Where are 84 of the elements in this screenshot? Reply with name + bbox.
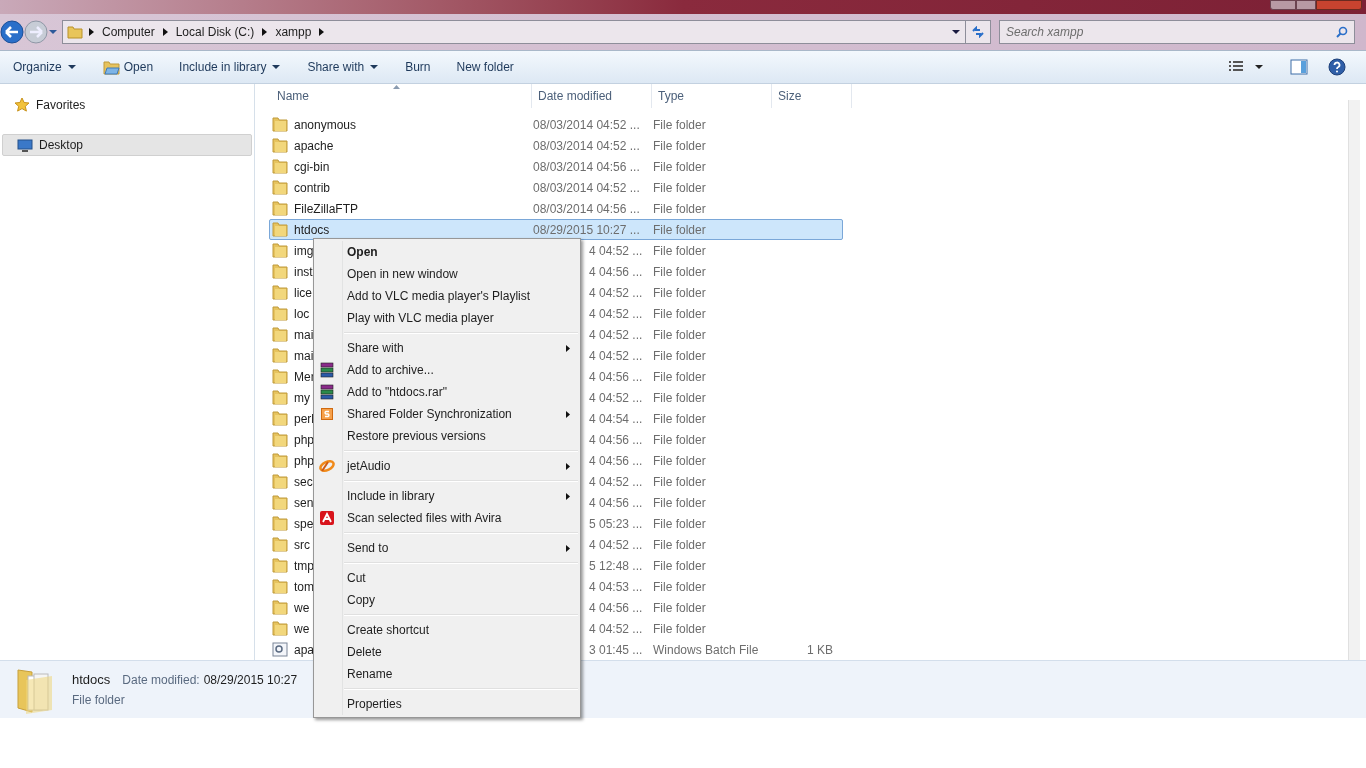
date-cell-text: 4 04:54 ... <box>588 410 644 428</box>
file-name: we <box>294 620 310 638</box>
type-cell-text: File folder <box>653 263 707 281</box>
date-cell-text: 5 12:48 ... <box>588 557 644 575</box>
file-name: apache <box>294 137 334 155</box>
file-name: inst <box>294 263 313 281</box>
type-cell-text: File folder <box>653 116 707 134</box>
file-name: perl <box>294 410 314 428</box>
size-cell-text: 1 KB <box>806 641 833 659</box>
file-name: cgi-bin <box>294 158 330 176</box>
file-name: php <box>294 452 315 470</box>
date-cell-text: 3 01:45 ... <box>588 641 644 659</box>
file-name: mai <box>294 326 314 344</box>
file-name: contrib <box>294 179 331 197</box>
file-name: Mer <box>294 368 315 386</box>
date-cell-text: 08/03/2014 04:56 ... <box>533 158 641 176</box>
date-cell-text: 4 04:52 ... <box>588 305 644 323</box>
date-cell-text: 4 04:52 ... <box>588 620 644 638</box>
type-cell-text: File folder <box>653 179 707 197</box>
file-name: tom <box>294 578 314 596</box>
type-cell-text: File folder <box>653 326 707 344</box>
type-cell-text: File folder <box>653 200 707 218</box>
file-name: mai <box>294 347 314 365</box>
type-cell-text: File folder <box>653 536 707 554</box>
type-cell-text: File folder <box>653 221 707 239</box>
date-modified-label: Date modified: <box>122 671 200 689</box>
file-name: we <box>294 599 310 617</box>
type-cell-text: File folder <box>653 158 707 176</box>
date-cell-text: 08/03/2014 04:56 ... <box>533 200 641 218</box>
file-name: lice <box>294 284 312 302</box>
date-cell-text: 4 04:52 ... <box>588 536 644 554</box>
type-cell-text: Windows Batch File <box>653 641 760 659</box>
date-cell-text: 08/03/2014 04:52 ... <box>533 137 641 155</box>
type-cell-text: File folder <box>653 578 707 596</box>
type-cell-text: File folder <box>653 284 707 302</box>
type-cell-text: File folder <box>653 620 707 638</box>
type-cell-text: File folder <box>653 389 707 407</box>
file-name: sec <box>294 473 313 491</box>
type-cell-text: File folder <box>653 242 707 260</box>
date-cell-text: 08/29/2015 10:27 ... <box>533 221 641 239</box>
date-cell-text: 08/03/2014 04:52 ... <box>533 116 641 134</box>
type-cell-text: File folder <box>653 347 707 365</box>
type-cell-text: File folder <box>653 515 707 533</box>
type-cell-text: File folder <box>653 305 707 323</box>
file-name: sen <box>294 494 314 512</box>
date-cell-text: 4 04:52 ... <box>588 242 644 260</box>
date-cell-text: 4 04:52 ... <box>588 326 644 344</box>
file-name: img <box>294 242 314 260</box>
file-name: htdocs <box>294 221 330 239</box>
date-cell-text: 4 04:52 ... <box>588 347 644 365</box>
date-cell-text: 5 05:23 ... <box>588 515 644 533</box>
date-cell-text: 4 04:56 ... <box>588 452 644 470</box>
type-cell-text: File folder <box>653 431 707 449</box>
file-name: php <box>294 431 315 449</box>
file-name: FileZillaFTP <box>294 200 358 218</box>
date-cell-text: 4 04:52 ... <box>588 284 644 302</box>
file-name: apa <box>294 641 315 659</box>
type-cell-text: File folder <box>653 473 707 491</box>
type-cell-text: File folder <box>653 410 707 428</box>
file-name: loc <box>294 305 310 323</box>
file-name: tmp <box>294 557 314 575</box>
date-cell-text: 08/03/2014 04:52 ... <box>533 179 641 197</box>
file-type: File folder <box>72 692 126 710</box>
date-cell-text: 4 04:56 ... <box>588 599 644 617</box>
type-cell-text: File folder <box>653 557 707 575</box>
type-cell-text: File folder <box>653 452 707 470</box>
file-name: src <box>294 536 310 554</box>
type-cell-text: File folder <box>653 137 707 155</box>
date-cell-text: 4 04:52 ... <box>588 473 644 491</box>
file-name: my <box>294 389 310 407</box>
date-modified-value: 08/29/2015 10:27 <box>203 671 298 689</box>
file-name: htdocs <box>72 670 111 689</box>
date-cell-text: 4 04:53 ... <box>588 578 644 596</box>
file-name: spe <box>294 515 314 533</box>
type-cell-text: File folder <box>653 599 707 617</box>
date-cell-text: 4 04:56 ... <box>588 263 644 281</box>
date-cell-text: 4 04:56 ... <box>588 494 644 512</box>
type-cell-text: File folder <box>653 368 707 386</box>
date-cell-text: 4 04:52 ... <box>588 389 644 407</box>
file-name: anonymous <box>294 116 357 134</box>
type-cell-text: File folder <box>653 494 707 512</box>
search-placeholder: Search xampp <box>1006 24 1085 41</box>
date-cell-text: 4 04:56 ... <box>588 368 644 386</box>
date-cell-text: 4 04:56 ... <box>588 431 644 449</box>
